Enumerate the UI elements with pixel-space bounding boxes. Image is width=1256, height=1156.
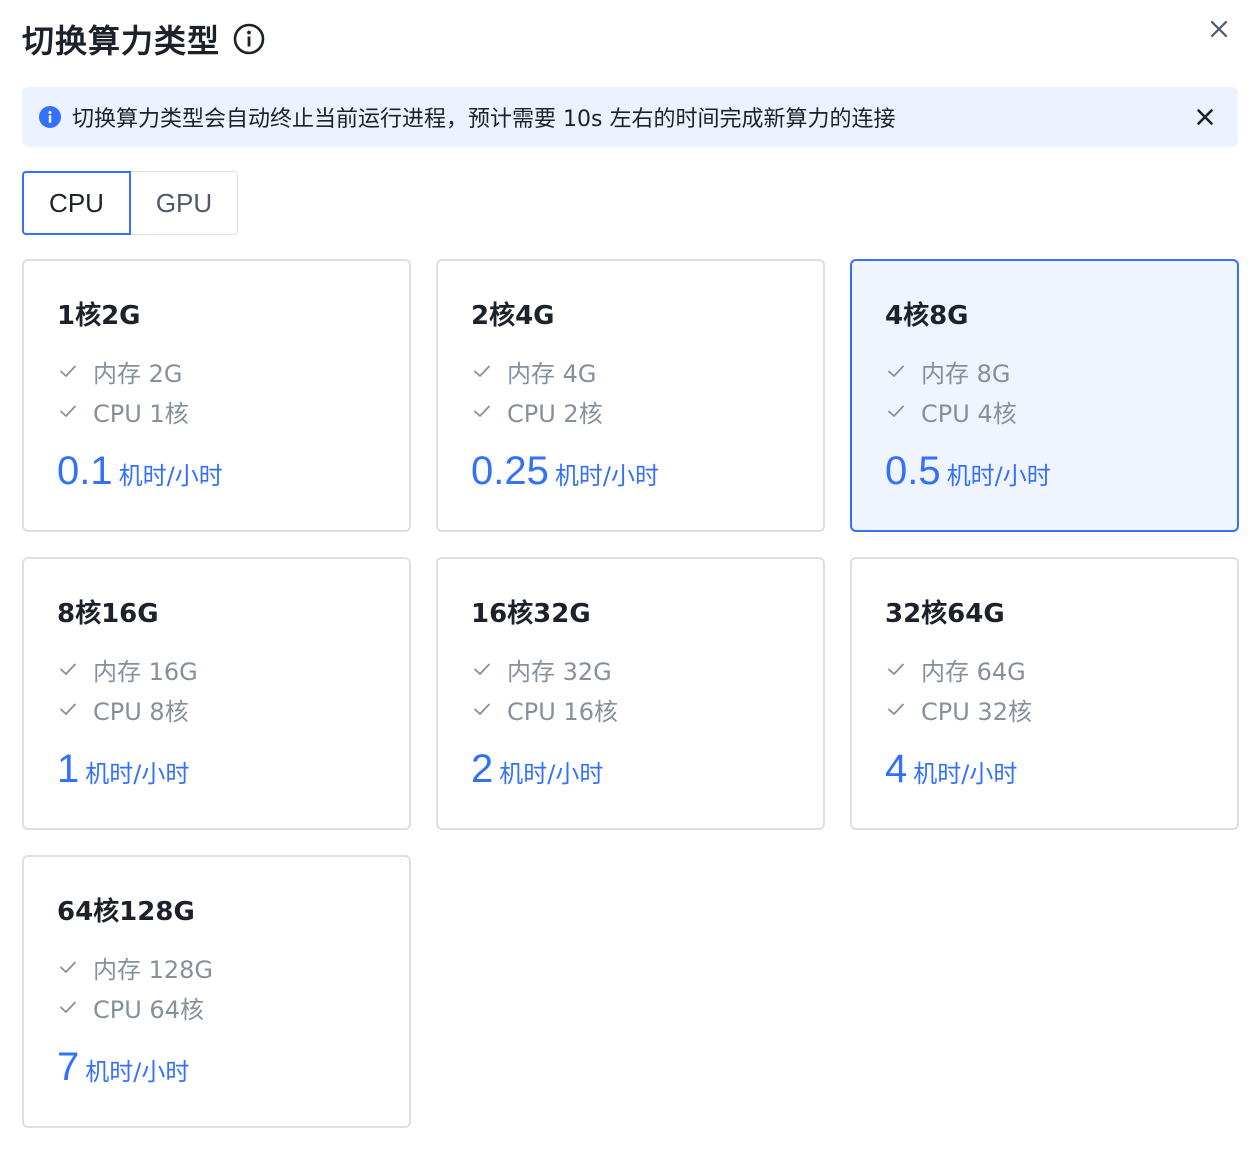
feature-cpu: CPU 1核	[57, 391, 409, 431]
feature-list: 内存 8G CPU 4核	[885, 351, 1237, 431]
check-icon	[57, 698, 79, 720]
price-unit: 机时/小时	[554, 462, 659, 490]
feature-cpu: CPU 8核	[57, 689, 409, 729]
alert-close-icon[interactable]	[1190, 102, 1220, 132]
feature-memory: 内存 64G	[885, 649, 1237, 689]
feature-cpu: CPU 2核	[471, 391, 823, 431]
feature-memory-text: 内存 128G	[93, 955, 214, 984]
feature-memory: 内存 128G	[57, 947, 409, 987]
dialog-header: 切换算力类型	[22, 14, 266, 64]
compute-type-tabs: CPU GPU	[22, 171, 238, 235]
feature-cpu: CPU 16核	[471, 689, 823, 729]
card-title: 8核16G	[57, 599, 159, 629]
price-unit: 机时/小时	[118, 462, 223, 490]
price-unit: 机时/小时	[85, 1058, 190, 1086]
card-price: 7 机时/小时	[57, 1043, 189, 1091]
price-unit: 机时/小时	[85, 760, 190, 788]
card-price: 0.5 机时/小时	[885, 447, 1051, 495]
check-icon	[57, 658, 79, 680]
feature-cpu-text: CPU 16核	[507, 697, 618, 726]
price-value: 0.1	[57, 449, 113, 493]
dialog-title: 切换算力类型	[22, 22, 221, 60]
spec-card-grid: 1核2G 内存 2G CPU 1核 0.1 机时/小时 2核4G 内存 4G C…	[22, 259, 1239, 1128]
spec-card-4c8g[interactable]: 4核8G 内存 8G CPU 4核 0.5 机时/小时	[850, 259, 1239, 532]
spec-card-8c16g[interactable]: 8核16G 内存 16G CPU 8核 1 机时/小时	[22, 557, 411, 830]
check-icon	[885, 360, 907, 382]
card-title: 32核64G	[885, 599, 1005, 629]
card-title: 4核8G	[885, 301, 969, 331]
check-icon	[57, 400, 79, 422]
feature-memory-text: 内存 64G	[921, 657, 1026, 686]
feature-memory-text: 内存 32G	[507, 657, 612, 686]
check-icon	[57, 956, 79, 978]
feature-memory-text: 内存 8G	[921, 359, 1011, 388]
dialog-close-icon[interactable]	[1204, 14, 1234, 44]
check-icon	[471, 400, 493, 422]
alert-message: 切换算力类型会自动终止当前运行进程，预计需要 10s 左右的时间完成新算力的连接	[72, 107, 896, 132]
check-icon	[57, 360, 79, 382]
card-title: 2核4G	[471, 301, 555, 331]
feature-memory: 内存 4G	[471, 351, 823, 391]
feature-cpu: CPU 4核	[885, 391, 1237, 431]
spec-card-16c32g[interactable]: 16核32G 内存 32G CPU 16核 2 机时/小时	[436, 557, 825, 830]
tab-gpu[interactable]: GPU	[131, 171, 238, 235]
tab-cpu[interactable]: CPU	[22, 171, 131, 235]
info-filled-icon	[38, 105, 62, 129]
price-value: 4	[885, 747, 908, 791]
info-circle-icon[interactable]	[232, 22, 266, 56]
feature-list: 内存 32G CPU 16核	[471, 649, 823, 729]
check-icon	[471, 360, 493, 382]
price-unit: 机时/小时	[913, 760, 1018, 788]
spec-card-1c2g[interactable]: 1核2G 内存 2G CPU 1核 0.1 机时/小时	[22, 259, 411, 532]
card-title: 16核32G	[471, 599, 591, 629]
feature-cpu: CPU 64核	[57, 987, 409, 1027]
price-unit: 机时/小时	[946, 462, 1051, 490]
price-value: 7	[57, 1045, 80, 1089]
feature-cpu: CPU 32核	[885, 689, 1237, 729]
check-icon	[471, 698, 493, 720]
price-unit: 机时/小时	[499, 760, 604, 788]
feature-memory-text: 内存 4G	[507, 359, 597, 388]
spec-card-32c64g[interactable]: 32核64G 内存 64G CPU 32核 4 机时/小时	[850, 557, 1239, 830]
feature-list: 内存 2G CPU 1核	[57, 351, 409, 431]
info-alert: 切换算力类型会自动终止当前运行进程，预计需要 10s 左右的时间完成新算力的连接	[22, 87, 1238, 147]
card-title: 64核128G	[57, 897, 195, 927]
card-title: 1核2G	[57, 301, 141, 331]
price-value: 0.5	[885, 449, 941, 493]
price-value: 0.25	[471, 449, 549, 493]
feature-cpu-text: CPU 2核	[507, 399, 603, 428]
feature-memory: 内存 16G	[57, 649, 409, 689]
feature-memory: 内存 8G	[885, 351, 1237, 391]
card-price: 4 机时/小时	[885, 745, 1017, 793]
spec-card-64c128g[interactable]: 64核128G 内存 128G CPU 64核 7 机时/小时	[22, 855, 411, 1128]
feature-list: 内存 128G CPU 64核	[57, 947, 409, 1027]
check-icon	[885, 698, 907, 720]
card-price: 2 机时/小时	[471, 745, 603, 793]
card-price: 0.25 机时/小时	[471, 447, 659, 495]
feature-memory: 内存 2G	[57, 351, 409, 391]
feature-list: 内存 64G CPU 32核	[885, 649, 1237, 729]
feature-list: 内存 4G CPU 2核	[471, 351, 823, 431]
feature-cpu-text: CPU 8核	[93, 697, 189, 726]
feature-cpu-text: CPU 32核	[921, 697, 1032, 726]
feature-list: 内存 16G CPU 8核	[57, 649, 409, 729]
feature-memory-text: 内存 16G	[93, 657, 198, 686]
check-icon	[471, 658, 493, 680]
spec-card-2c4g[interactable]: 2核4G 内存 4G CPU 2核 0.25 机时/小时	[436, 259, 825, 532]
feature-memory-text: 内存 2G	[93, 359, 183, 388]
price-value: 2	[471, 747, 494, 791]
feature-memory: 内存 32G	[471, 649, 823, 689]
check-icon	[885, 400, 907, 422]
check-icon	[57, 996, 79, 1018]
card-price: 0.1 机时/小时	[57, 447, 223, 495]
check-icon	[885, 658, 907, 680]
feature-cpu-text: CPU 64核	[93, 995, 204, 1024]
price-value: 1	[57, 747, 80, 791]
card-price: 1 机时/小时	[57, 745, 189, 793]
feature-cpu-text: CPU 1核	[93, 399, 189, 428]
feature-cpu-text: CPU 4核	[921, 399, 1017, 428]
